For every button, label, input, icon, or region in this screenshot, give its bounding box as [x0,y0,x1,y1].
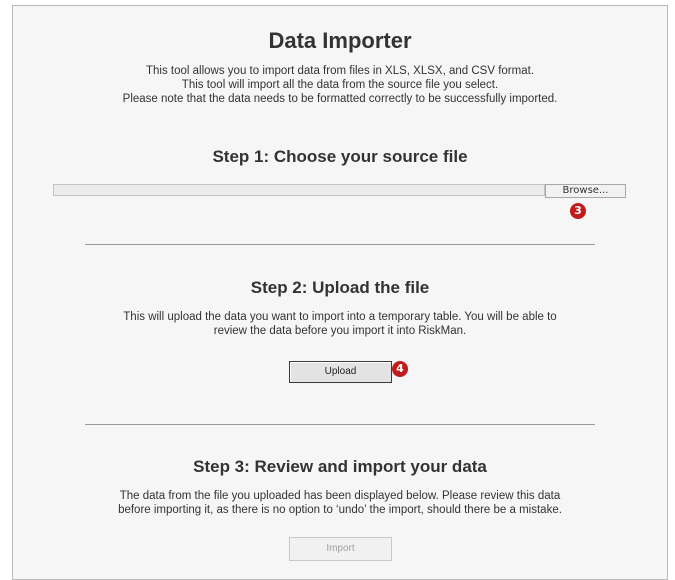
step2-description: This will upload the data you want to im… [13,310,667,338]
data-importer-panel: Data Importer This tool allows you to im… [12,5,668,580]
step1-title: Step 1: Choose your source file [212,147,468,166]
callout-badge-3: 3 [570,203,586,219]
callout-badge-4: 4 [392,361,408,377]
step3-description: The data from the file you uploaded has … [13,489,667,517]
divider-1 [85,244,595,245]
step3-line-1: The data from the file you uploaded has … [119,490,561,502]
step3-title: Step 3: Review and import your data [193,457,487,476]
intro-description: This tool allows you to import data from… [13,64,667,106]
file-path-field[interactable] [53,184,545,196]
step2-title: Step 2: Upload the file [250,278,430,297]
step3-line-2: before importing it, as there is no opti… [118,504,562,516]
upload-button[interactable]: Upload [289,361,392,383]
intro-line-2: This tool will import all the data from … [181,79,499,91]
step2-line-2: review the data before you import it int… [213,325,467,337]
intro-line-3: Please note that the data needs to be fo… [122,93,558,105]
intro-line-1: This tool allows you to import data from… [146,65,534,77]
page-title: Data Importer [268,28,412,53]
divider-2 [85,424,595,425]
step2-line-1: This will upload the data you want to im… [123,311,557,323]
browse-button[interactable]: Browse... [545,184,626,198]
import-button[interactable]: Import [289,537,392,561]
